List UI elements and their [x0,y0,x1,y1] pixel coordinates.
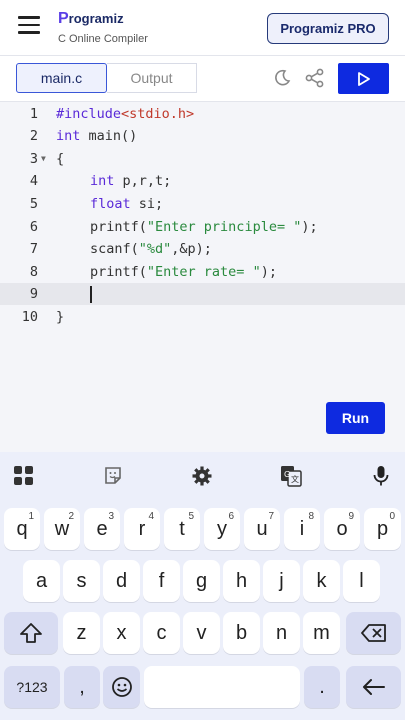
code-line: 2 int main() [29,128,138,144]
microphone-icon[interactable] [369,464,393,488]
code-line: 7 scanf("%d",&p); [29,241,212,257]
active-code-line[interactable]: 9 [0,283,405,305]
emoji-icon [111,677,132,697]
compiler-subtitle: C Online Compiler [58,33,148,45]
fold-arrow-icon[interactable]: ▼ [41,148,46,170]
key-h[interactable]: h [223,560,260,602]
backspace-icon [360,624,386,642]
key-s[interactable]: s [63,560,100,602]
key-d[interactable]: d [103,560,140,602]
tab-main-c[interactable]: main.c [16,63,107,93]
code-editor[interactable]: 1 #include<stdio.h> 2 int main() 3 ▼ { 4… [0,102,405,452]
key-v[interactable]: v [183,612,220,654]
enter-arrow-icon [362,679,385,695]
key-t[interactable]: t5 [164,508,200,550]
text-cursor [90,285,92,303]
code-line: 3 ▼ { [0,148,405,170]
run-arrow-button[interactable] [338,63,389,94]
key-a[interactable]: a [23,560,60,602]
key-n[interactable]: n [263,612,300,654]
code-line: 5 float si; [29,196,164,212]
programiz-pro-button[interactable]: Programiz PRO [267,13,389,44]
key-w[interactable]: w2 [44,508,80,550]
code-line: 10 } [21,309,65,325]
shift-arrow-icon [20,623,42,643]
soft-keyboard: G文 q1 w2 e3 r4 t5 y6 u7 i8 o9 p0 a s d f… [0,452,405,720]
key-j[interactable]: j [263,560,300,602]
symbols-key[interactable]: ?123 [4,666,60,708]
key-r[interactable]: r4 [124,508,160,550]
play-icon [357,71,370,86]
menu-icon[interactable] [18,16,40,34]
svg-text:G: G [284,470,290,479]
moon-icon[interactable] [272,68,292,88]
key-o[interactable]: o9 [324,508,360,550]
svg-text:文: 文 [291,474,299,484]
period-key[interactable]: . [304,666,340,708]
shift-key[interactable] [4,612,58,654]
key-p[interactable]: p0 [364,508,401,550]
apps-grid-icon[interactable] [12,464,36,488]
key-y[interactable]: y6 [204,508,240,550]
key-b[interactable]: b [223,612,260,654]
enter-key[interactable] [346,666,401,708]
share-icon[interactable] [304,67,326,89]
app-header: Programiz C Online Compiler Programiz PR… [0,0,405,56]
key-f[interactable]: f [143,560,180,602]
gear-icon[interactable] [190,464,214,488]
key-i[interactable]: i8 [284,508,320,550]
programiz-logo[interactable]: Programiz [58,10,124,28]
key-m[interactable]: m [303,612,340,654]
key-z[interactable]: z [63,612,100,654]
key-k[interactable]: k [303,560,340,602]
code-line: 1 #include<stdio.h> [29,106,195,122]
emoji-key[interactable] [103,666,140,708]
key-g[interactable]: g [183,560,220,602]
keyboard-toolbar: G文 [0,452,405,500]
space-key[interactable] [144,666,300,708]
run-button[interactable]: Run [326,402,385,434]
key-q[interactable]: q1 [4,508,40,550]
code-line: 6 printf("Enter principle= "); [29,219,318,235]
sticker-icon[interactable] [101,464,125,488]
translate-icon[interactable]: G文 [279,464,303,488]
key-c[interactable]: c [143,612,180,654]
backspace-key[interactable] [346,612,401,654]
key-u[interactable]: u7 [244,508,280,550]
editor-toolbar: main.c Output [0,56,405,102]
key-x[interactable]: x [103,612,140,654]
key-e[interactable]: e3 [84,508,120,550]
code-line: 4 int p,r,t; [29,173,172,189]
tab-output[interactable]: Output [107,63,197,93]
code-line: 8 printf("Enter rate= "); [29,264,277,280]
key-l[interactable]: l [343,560,380,602]
comma-key[interactable]: , [64,666,100,708]
